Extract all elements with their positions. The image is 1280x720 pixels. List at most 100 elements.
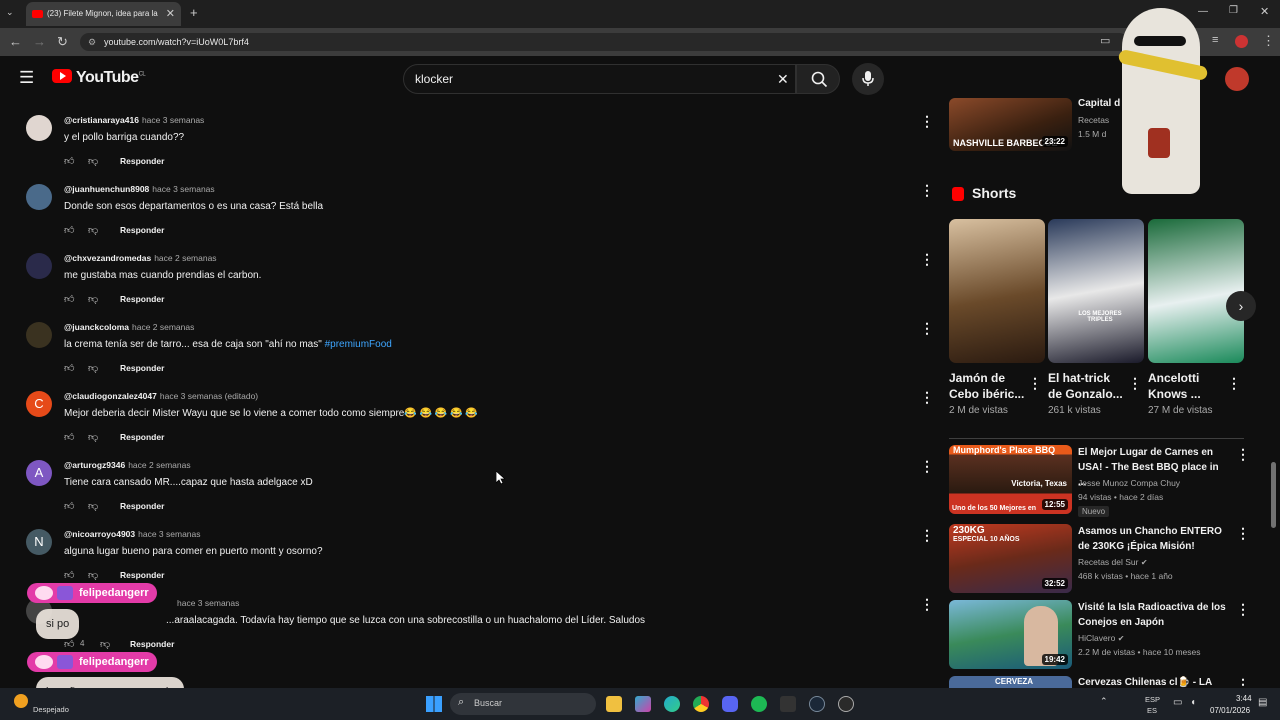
taskbar-search[interactable]: ⌕ Buscar bbox=[450, 693, 596, 715]
reply-button[interactable]: Responder bbox=[120, 501, 164, 511]
volume-icon[interactable]: ◖ bbox=[1190, 697, 1196, 708]
dislike-icon[interactable]: 👎︎ bbox=[88, 224, 98, 236]
avatar[interactable] bbox=[26, 253, 52, 279]
short-title[interactable]: Jamón de Cebo ibéric... bbox=[949, 370, 1025, 402]
epic-games-icon[interactable] bbox=[780, 696, 796, 712]
clock-time[interactable]: 3:44 bbox=[1236, 694, 1252, 703]
short-title[interactable]: Ancelotti Knows ... bbox=[1148, 370, 1224, 402]
like-icon[interactable]: 👍︎ bbox=[64, 569, 74, 581]
video-thumbnail[interactable]: CERVEZA bbox=[949, 676, 1072, 688]
comment-author[interactable]: @cristianaraya416 bbox=[64, 115, 139, 125]
reload-icon[interactable]: ↻ bbox=[57, 33, 68, 51]
short-thumbnail[interactable]: LOS MEJORES TRIPLES bbox=[1048, 219, 1144, 363]
like-icon[interactable]: 👍︎ bbox=[64, 224, 74, 236]
account-avatar[interactable] bbox=[1225, 67, 1249, 91]
avatar[interactable]: N bbox=[26, 529, 52, 555]
copilot-icon[interactable] bbox=[635, 696, 651, 712]
comment-time[interactable]: hace 3 semanas bbox=[142, 115, 204, 125]
steam-icon[interactable] bbox=[809, 696, 825, 712]
video-channel[interactable]: HiClavero ✔ bbox=[1078, 633, 1124, 643]
video-thumbnail[interactable]: Mumphord's Place BBQ Victoria, Texas Uno… bbox=[949, 445, 1072, 514]
language-indicator[interactable]: ESP bbox=[1145, 695, 1160, 704]
comment-menu-icon[interactable]: ⋮ bbox=[920, 321, 934, 335]
network-icon[interactable]: ▭ bbox=[1173, 697, 1182, 708]
hashtag-link[interactable]: #premiumFood bbox=[325, 339, 392, 350]
comment-time[interactable]: hace 2 semanas bbox=[154, 253, 216, 263]
comment-author[interactable]: @chxvezandromedas bbox=[64, 253, 151, 263]
short-menu-icon[interactable]: ⋮ bbox=[1227, 376, 1241, 390]
dislike-icon[interactable]: 👎︎ bbox=[100, 638, 110, 650]
short-thumbnail[interactable] bbox=[949, 219, 1045, 363]
comment-author[interactable]: @juanhuenchun8908 bbox=[64, 184, 149, 194]
tab-list-icon[interactable]: ⌄ bbox=[6, 7, 14, 18]
short-menu-icon[interactable]: ⋮ bbox=[1028, 376, 1042, 390]
reply-button[interactable]: Responder bbox=[120, 363, 164, 373]
comment-time[interactable]: hace 3 semanas bbox=[138, 529, 200, 539]
comment-menu-icon[interactable]: ⋮ bbox=[920, 459, 934, 473]
video-channel[interactable]: Recetas bbox=[1078, 115, 1109, 125]
short-title[interactable]: El hat-trick de Gonzalo... bbox=[1048, 370, 1124, 402]
comment-time[interactable]: hace 3 semanas bbox=[177, 598, 239, 608]
comment-menu-icon[interactable]: ⋮ bbox=[920, 390, 934, 404]
dislike-icon[interactable]: 👎︎ bbox=[88, 155, 98, 167]
shorts-next-button[interactable]: › bbox=[1226, 291, 1256, 321]
comment-menu-icon[interactable]: ⋮ bbox=[920, 597, 934, 611]
hamburger-menu-icon[interactable]: ☰ bbox=[19, 68, 34, 88]
site-info-icon[interactable]: ⚙ bbox=[88, 33, 96, 51]
edge-icon[interactable] bbox=[664, 696, 680, 712]
reply-button[interactable]: Responder bbox=[130, 639, 174, 649]
voice-search-button[interactable] bbox=[852, 63, 884, 95]
dislike-icon[interactable]: 👎︎ bbox=[88, 431, 98, 443]
avatar[interactable] bbox=[26, 184, 52, 210]
new-tab-icon[interactable]: + bbox=[190, 5, 198, 20]
reply-button[interactable]: Responder bbox=[120, 156, 164, 166]
weather-icon[interactable] bbox=[14, 694, 28, 708]
comment-menu-icon[interactable]: ⋮ bbox=[920, 183, 934, 197]
video-thumbnail[interactable]: NASHVILLE BARBECUE 23:22 bbox=[949, 98, 1072, 151]
forward-arrow-icon[interactable]: → bbox=[33, 33, 46, 51]
maximize-window-icon[interactable]: ❐ bbox=[1229, 5, 1238, 16]
video-title[interactable]: Asamos un Chancho ENTERO de 230KG ¡Épica… bbox=[1078, 524, 1226, 554]
like-icon[interactable]: 👍︎ bbox=[64, 293, 74, 305]
page-scrollbar[interactable] bbox=[1271, 462, 1276, 528]
youtube-logo[interactable]: YouTubeCL bbox=[52, 69, 146, 87]
comment-time[interactable]: hace 3 semanas bbox=[152, 184, 214, 194]
avatar[interactable]: A bbox=[26, 460, 52, 486]
short-menu-icon[interactable]: ⋮ bbox=[1128, 376, 1142, 390]
avatar[interactable] bbox=[26, 115, 52, 141]
comment-menu-icon[interactable]: ⋮ bbox=[920, 252, 934, 266]
video-thumbnail[interactable]: 19:42 bbox=[949, 600, 1072, 669]
short-thumbnail[interactable] bbox=[1148, 219, 1244, 363]
close-window-icon[interactable]: ✕ bbox=[1260, 5, 1269, 18]
chrome-icon[interactable] bbox=[693, 696, 709, 712]
back-arrow-icon[interactable]: ← bbox=[9, 33, 22, 51]
start-button[interactable] bbox=[426, 696, 442, 712]
comment-author[interactable]: @nicoarroyo4903 bbox=[64, 529, 135, 539]
dislike-icon[interactable]: 👎︎ bbox=[88, 500, 98, 512]
comment-time[interactable]: hace 2 semanas bbox=[132, 322, 194, 332]
clock-date[interactable]: 07/01/2026 bbox=[1210, 706, 1250, 715]
like-icon[interactable]: 👍︎ bbox=[64, 155, 74, 167]
reply-button[interactable]: Responder bbox=[120, 432, 164, 442]
avatar[interactable]: C bbox=[26, 391, 52, 417]
video-menu-icon[interactable]: ⋮ bbox=[1236, 526, 1250, 540]
video-menu-icon[interactable]: ⋮ bbox=[1236, 602, 1250, 616]
video-thumbnail[interactable]: 230KG ESPECIAL 10 AÑOS 32:52 bbox=[949, 524, 1072, 593]
notification-icon[interactable]: ▤ bbox=[1258, 697, 1267, 708]
tray-overflow-icon[interactable]: ⌃ bbox=[1100, 696, 1108, 707]
close-tab-icon[interactable]: ✕ bbox=[166, 2, 175, 26]
like-icon[interactable]: 👍︎ bbox=[64, 500, 74, 512]
comment-author[interactable]: @arturogz9346 bbox=[64, 460, 125, 470]
video-title[interactable]: Visité la Isla Radioactiva de los Conejo… bbox=[1078, 600, 1226, 630]
reply-button[interactable]: Responder bbox=[120, 225, 164, 235]
video-channel[interactable]: Recetas del Sur ✔ bbox=[1078, 557, 1148, 567]
search-input[interactable]: klocker ✕ bbox=[403, 64, 796, 94]
comment-menu-icon[interactable]: ⋮ bbox=[920, 528, 934, 542]
avatar[interactable] bbox=[26, 322, 52, 348]
like-icon[interactable]: 👍︎ bbox=[64, 431, 74, 443]
browser-menu-icon[interactable]: ⋮ bbox=[1262, 33, 1275, 49]
language-indicator-secondary[interactable]: ES bbox=[1147, 706, 1157, 715]
dislike-icon[interactable]: 👎︎ bbox=[88, 569, 98, 581]
extensions-icon[interactable]: ≡ bbox=[1212, 34, 1218, 46]
obs-icon[interactable] bbox=[838, 696, 854, 712]
